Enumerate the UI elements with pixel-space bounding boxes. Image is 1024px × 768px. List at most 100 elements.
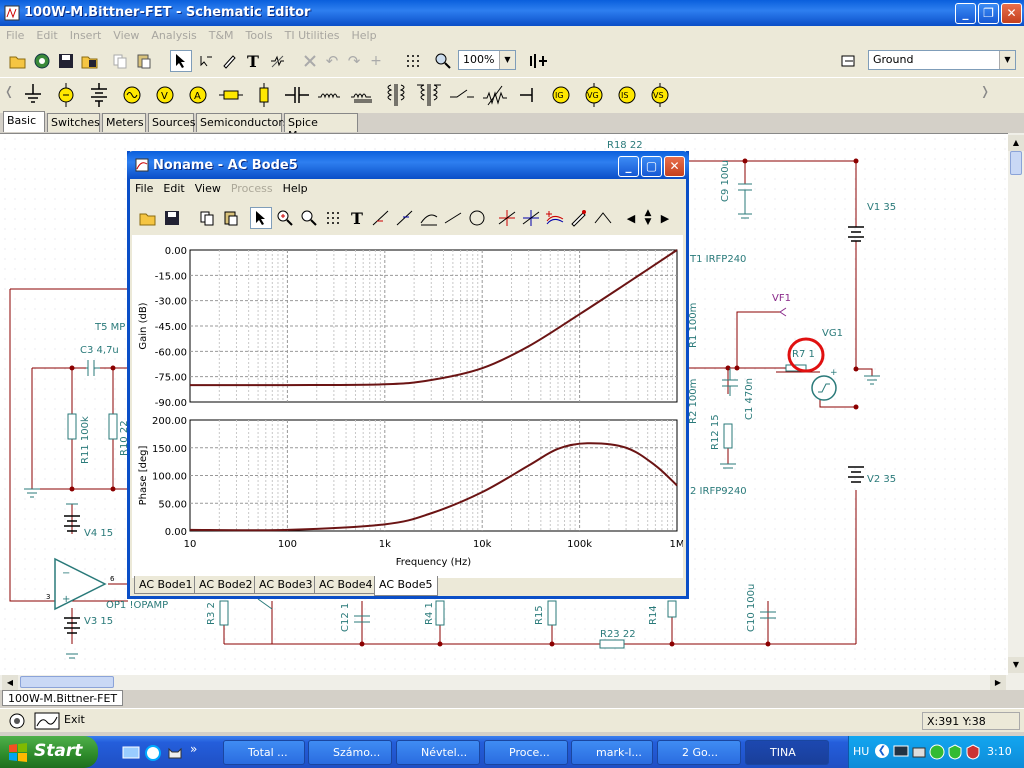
- save-button[interactable]: [55, 50, 77, 72]
- network-icon[interactable]: [911, 744, 927, 760]
- menu-tm[interactable]: T&M: [203, 26, 240, 42]
- bode-open-button[interactable]: [137, 207, 159, 229]
- minimize-button[interactable]: _: [955, 3, 976, 24]
- bode-menu-view[interactable]: View: [190, 179, 226, 195]
- bode-minimize-button[interactable]: _: [618, 156, 639, 177]
- menu-tools[interactable]: Tools: [240, 26, 279, 42]
- web-open-button[interactable]: [31, 50, 53, 72]
- bode-select-button[interactable]: [250, 207, 272, 229]
- chevron-left-icon[interactable]: ❮: [875, 744, 889, 758]
- language-indicator[interactable]: HU: [853, 745, 869, 758]
- zoom-combo[interactable]: 100% ▼: [458, 50, 516, 70]
- scroll-right-icon[interactable]: ❭: [980, 84, 990, 108]
- component-properties-button[interactable]: [528, 50, 550, 72]
- tab-spice-macros[interactable]: Spice Macros: [284, 113, 358, 142]
- text-tool-button[interactable]: T: [242, 50, 264, 72]
- tab-switches[interactable]: Switches: [47, 113, 100, 132]
- tab-ac-bode5[interactable]: AC Bode5: [374, 576, 438, 596]
- transformer-button[interactable]: [381, 80, 411, 110]
- redo-button[interactable]: ↷: [343, 50, 365, 72]
- bode-line-button[interactable]: [442, 207, 464, 229]
- bode-text-button[interactable]: T: [346, 207, 368, 229]
- menu-file[interactable]: File: [0, 26, 30, 42]
- browser-icon[interactable]: [144, 744, 162, 762]
- bode-maximize-button[interactable]: ▢: [641, 156, 662, 177]
- task-proce[interactable]: Proce...: [484, 740, 568, 765]
- menu-ti-utilities[interactable]: TI Utilities: [279, 26, 346, 42]
- desktop-icon[interactable]: [122, 744, 140, 762]
- tab-ac-bode1[interactable]: AC Bode1: [134, 576, 198, 594]
- tab-meters[interactable]: Meters: [102, 113, 146, 132]
- bode-pen-button[interactable]: [568, 207, 590, 229]
- copy-button[interactable]: [109, 50, 131, 72]
- chevron-double-right-icon[interactable]: »: [190, 742, 197, 756]
- bode-marker-b-button[interactable]: [520, 207, 542, 229]
- shield-icon[interactable]: [947, 744, 963, 760]
- bode-paste-button[interactable]: [220, 207, 242, 229]
- paste-button[interactable]: [133, 50, 155, 72]
- pencil-button[interactable]: [218, 50, 240, 72]
- task-total[interactable]: Total ...: [223, 740, 305, 765]
- bode-zoom-100-button[interactable]: [298, 207, 320, 229]
- vertical-scrollbar[interactable]: ▲ ▼: [1008, 133, 1024, 675]
- task-google[interactable]: 2 Go...: [657, 740, 741, 765]
- vertical-resistor-button[interactable]: [249, 80, 279, 110]
- task-mark[interactable]: mark-l...: [571, 740, 653, 765]
- coupled-transformer-button[interactable]: [414, 80, 444, 110]
- potentiometer-button[interactable]: [480, 80, 510, 110]
- menu-analysis[interactable]: Analysis: [145, 26, 202, 42]
- voltage-switch-button[interactable]: VS: [645, 80, 675, 110]
- open-folder-button[interactable]: [7, 50, 29, 72]
- chevron-down-icon[interactable]: ▼: [999, 51, 1015, 69]
- undo-button[interactable]: ↶: [321, 50, 343, 72]
- delete-button[interactable]: [299, 50, 321, 72]
- close-button[interactable]: ✕: [1001, 3, 1022, 24]
- bode-circle-button[interactable]: [466, 207, 488, 229]
- bode-cursor-b-button[interactable]: [394, 207, 416, 229]
- scroll-right-arrow-icon[interactable]: ▶: [990, 675, 1006, 690]
- current-switch-button[interactable]: IS: [612, 80, 642, 110]
- switch-button[interactable]: [447, 80, 477, 110]
- cat-icon[interactable]: [166, 744, 184, 762]
- wire-select-button[interactable]: [194, 50, 216, 72]
- scroll-left-icon[interactable]: ❬: [4, 84, 14, 108]
- bode-save-button[interactable]: [161, 207, 183, 229]
- analysis-button[interactable]: [6, 712, 28, 730]
- voltage-generator-button[interactable]: VG: [579, 80, 609, 110]
- bode-menu-edit[interactable]: Edit: [158, 179, 189, 195]
- bode-copy-button[interactable]: [196, 207, 218, 229]
- menu-view[interactable]: View: [107, 26, 145, 42]
- exit-button[interactable]: Exit: [64, 713, 85, 726]
- bode-zoom-in-button[interactable]: [274, 207, 296, 229]
- core-inductor-button[interactable]: [348, 80, 378, 110]
- open-end-button[interactable]: [513, 80, 543, 110]
- task-szamo[interactable]: Számo...: [308, 740, 392, 765]
- maximize-button[interactable]: ❐: [978, 3, 999, 24]
- security-alert-icon[interactable]: [965, 744, 981, 760]
- ground-place-button[interactable]: [838, 50, 860, 72]
- scroll-left-arrow-icon[interactable]: ◀: [2, 675, 18, 690]
- tab-ac-bode3[interactable]: AC Bode3: [254, 576, 318, 594]
- junction-button[interactable]: +: [365, 50, 387, 72]
- bode-step-button[interactable]: [592, 207, 614, 229]
- ground-component-button[interactable]: [18, 80, 48, 110]
- zoom-button[interactable]: [432, 50, 454, 72]
- tab-sources[interactable]: Sources: [148, 113, 196, 132]
- inductor-button[interactable]: [315, 80, 345, 110]
- diagram-button[interactable]: [34, 712, 60, 730]
- tab-ac-bode4[interactable]: AC Bode4: [314, 576, 378, 594]
- component-tool-button[interactable]: [266, 50, 288, 72]
- bode-cursor-a-button[interactable]: [370, 207, 392, 229]
- bode-menu-file[interactable]: File: [130, 179, 158, 195]
- bode-close-button[interactable]: ✕: [664, 156, 685, 177]
- start-button[interactable]: Start: [0, 736, 98, 768]
- menu-help[interactable]: Help: [346, 26, 383, 42]
- current-source-button[interactable]: IG: [546, 80, 576, 110]
- bode-next-button[interactable]: ▶: [658, 207, 672, 229]
- bode-titlebar[interactable]: Noname - AC Bode5 _ ▢ ✕: [127, 151, 689, 179]
- monitor-icon[interactable]: [893, 744, 909, 760]
- tab-basic[interactable]: Basic: [3, 111, 45, 132]
- grid-toggle-button[interactable]: [402, 50, 424, 72]
- bode-marker-a-button[interactable]: [496, 207, 518, 229]
- ground-combo[interactable]: Ground ▼: [868, 50, 1016, 70]
